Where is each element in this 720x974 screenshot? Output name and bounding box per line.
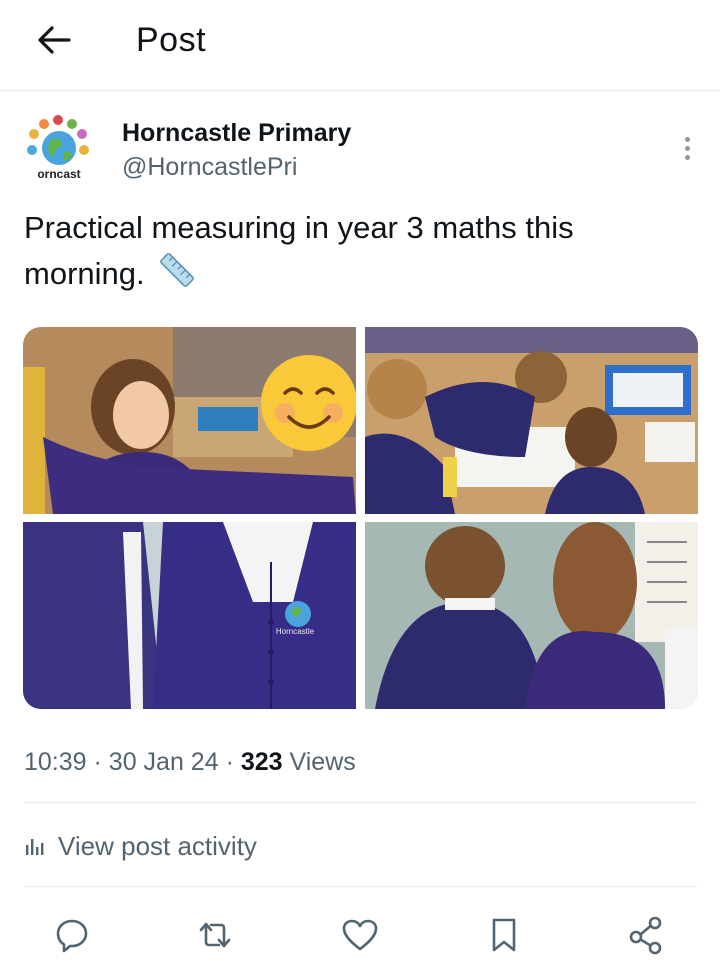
school-logo-icon: orncast <box>27 115 89 181</box>
bookmark-button[interactable] <box>482 913 526 957</box>
post-text: Practical measuring in year 3 maths this… <box>24 206 684 302</box>
share-button[interactable] <box>625 913 669 957</box>
more-options-button[interactable] <box>672 128 702 168</box>
smiling-face-emoji <box>261 355 356 451</box>
top-bar: Post <box>0 0 720 91</box>
post-date: 30 Jan 24 <box>108 748 219 776</box>
author-handle[interactable]: @HorncastlePri <box>122 152 297 182</box>
divider <box>24 802 697 803</box>
avatar[interactable]: orncast <box>22 112 96 186</box>
media-grid: Horncastle <box>23 327 698 709</box>
children-measuring-with-ruler-photo[interactable] <box>23 327 356 514</box>
straight-ruler-icon <box>157 250 197 302</box>
view-post-activity-label: View post activity <box>58 830 257 861</box>
heart-icon <box>342 919 378 951</box>
post-meta: 10:39 · 30 Jan 24 · 323 Views <box>24 745 356 779</box>
arrow-left-icon <box>38 26 71 54</box>
views-count: 323 <box>240 748 283 776</box>
post-actions-bar <box>0 905 720 965</box>
children-in-uniform-cardigans-photo[interactable]: Horncastle <box>23 522 356 709</box>
divider <box>24 886 697 887</box>
view-post-activity-link[interactable]: View post activity <box>24 826 257 866</box>
children-reading-display-board-photo[interactable] <box>365 522 698 709</box>
bar-chart-icon <box>26 839 44 855</box>
page-title: Post <box>136 21 207 59</box>
reply-button[interactable] <box>50 913 94 957</box>
more-vertical-icon-dot <box>684 145 690 151</box>
children-working-at-table-photo[interactable] <box>365 327 698 514</box>
share-nodes-icon <box>629 916 662 955</box>
speech-bubble-icon <box>56 919 88 953</box>
post-time: 10:39 <box>24 748 87 776</box>
views-label: Views <box>289 748 356 776</box>
post-author: orncast Horncastle Primary @HorncastlePr… <box>22 112 702 192</box>
meta-separator: · <box>225 748 234 776</box>
avatar-logo-text: orncast <box>37 167 80 181</box>
more-vertical-icon <box>684 136 690 142</box>
repost-arrows-icon <box>199 922 231 948</box>
more-vertical-icon-dot <box>684 154 690 160</box>
meta-separator: · <box>93 748 102 776</box>
author-display-name[interactable]: Horncastle Primary <box>122 118 351 148</box>
post-text-content: Practical measuring in year 3 maths this… <box>24 210 574 292</box>
repost-button[interactable] <box>193 913 237 957</box>
like-button[interactable] <box>338 913 382 957</box>
bookmark-icon <box>492 918 516 952</box>
back-button[interactable] <box>32 20 76 60</box>
uniform-badge-text: Horncastle <box>276 627 315 636</box>
